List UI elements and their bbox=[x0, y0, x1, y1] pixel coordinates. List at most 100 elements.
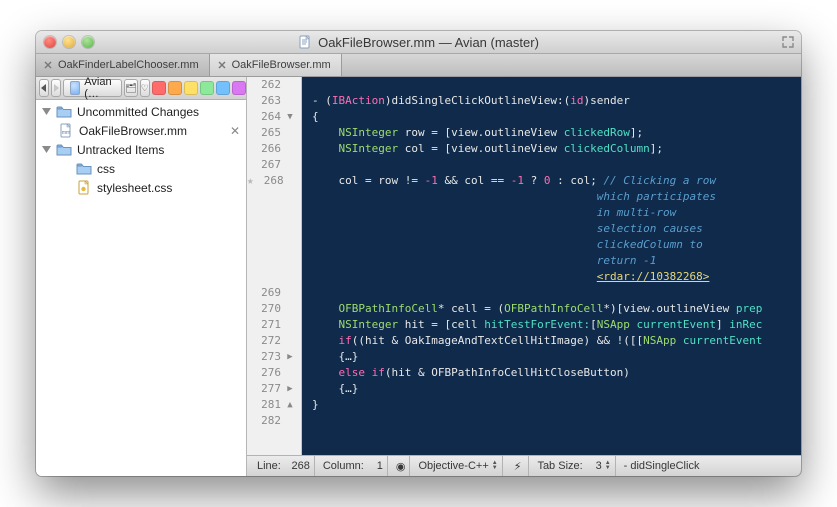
group-label: Untracked Items bbox=[77, 143, 164, 157]
disk-icon bbox=[70, 81, 80, 95]
label-blue[interactable] bbox=[216, 81, 230, 95]
line-number[interactable]: 272 bbox=[255, 333, 281, 349]
window-title: OakFileBrowser.mm — Avian (master) bbox=[318, 35, 539, 50]
close-tab-icon[interactable] bbox=[216, 59, 228, 71]
fold-indicator[interactable]: ▶ bbox=[285, 349, 295, 365]
label-red[interactable] bbox=[152, 81, 166, 95]
line-number[interactable]: 267 bbox=[255, 157, 281, 173]
label-purple[interactable] bbox=[232, 81, 246, 95]
code-line[interactable] bbox=[312, 413, 801, 429]
label-yellow[interactable] bbox=[184, 81, 198, 95]
disclosure-icon[interactable] bbox=[42, 107, 51, 116]
tabsize-label: Tab Size: bbox=[537, 460, 582, 472]
fullscreen-button[interactable] bbox=[781, 35, 795, 49]
line-number[interactable]: 266 bbox=[255, 141, 281, 157]
line-number[interactable]: 262 bbox=[255, 77, 281, 93]
status-recording[interactable]: ◉ bbox=[392, 456, 411, 476]
line-number[interactable]: 264 bbox=[255, 109, 281, 125]
code-line[interactable]: <rdar://10382268> bbox=[312, 269, 801, 285]
folder-icon bbox=[56, 142, 72, 158]
code-line[interactable]: OFBPathInfoCell* cell = (OFBPathInfoCell… bbox=[312, 301, 801, 317]
discard-change-icon[interactable]: ✕ bbox=[230, 124, 240, 138]
path-crumb-label: Avian (… bbox=[84, 76, 115, 100]
sidebar-group-header[interactable]: Uncommitted Changes bbox=[36, 102, 246, 121]
code-line[interactable]: selection causes bbox=[312, 221, 801, 237]
svg-text:mm: mm bbox=[62, 130, 70, 136]
code-line[interactable]: else if(hit & OFBPathInfoCellHitCloseBut… bbox=[312, 365, 801, 381]
code-line[interactable]: {…} bbox=[312, 381, 801, 397]
code-line[interactable]: } bbox=[312, 397, 801, 413]
line-number[interactable]: 281 bbox=[255, 397, 281, 413]
label-orange[interactable] bbox=[168, 81, 182, 95]
line-number[interactable]: 269 bbox=[255, 285, 281, 301]
status-macro[interactable]: ⚡︎ bbox=[507, 456, 530, 476]
sidebar-file-item[interactable]: mmOakFileBrowser.mm✕ bbox=[36, 121, 246, 140]
nav-back-button[interactable] bbox=[39, 79, 49, 97]
code-line[interactable]: { bbox=[312, 109, 801, 125]
status-language[interactable]: Objective-C++ ▲▼ bbox=[414, 456, 502, 476]
status-tabsize[interactable]: Tab Size: 3 ▲▼ bbox=[533, 456, 615, 476]
file-browser-sidebar: Avian (… 🗂 ♡ Uncommitted ChangesmmOakFil… bbox=[36, 77, 247, 476]
favorites-button[interactable]: ♡ bbox=[140, 79, 150, 97]
label-green[interactable] bbox=[200, 81, 214, 95]
titlebar: OakFileBrowser.mm — Avian (master) bbox=[36, 31, 801, 54]
file-label: css bbox=[97, 162, 115, 176]
gutter[interactable]: 262263264▼265266267★268269270271272273▶2… bbox=[247, 77, 302, 455]
line-number[interactable]: 270 bbox=[255, 301, 281, 317]
code-line[interactable]: NSInteger col = [view.outlineView clicke… bbox=[312, 141, 801, 157]
line-number[interactable]: 263 bbox=[255, 93, 281, 109]
sidebar-file-item[interactable]: stylesheet.css bbox=[36, 178, 246, 197]
sidebar-file-item[interactable]: css bbox=[36, 159, 246, 178]
zoom-window-button[interactable] bbox=[82, 36, 94, 48]
document-tab[interactable]: OakFinderLabelChooser.mm bbox=[36, 54, 210, 76]
code-text[interactable]: - (IBAction)didSingleClickOutlineView:(i… bbox=[302, 77, 801, 455]
code-line[interactable] bbox=[312, 77, 801, 93]
code-area[interactable]: 262263264▼265266267★268269270271272273▶2… bbox=[247, 77, 801, 455]
minimize-window-button[interactable] bbox=[63, 36, 75, 48]
status-symbol[interactable]: - didSingleClick bbox=[620, 456, 795, 476]
column-label: Column: bbox=[323, 460, 364, 472]
status-column[interactable]: Column: 1 bbox=[319, 456, 388, 476]
line-number[interactable]: 276 bbox=[255, 365, 281, 381]
scm-button[interactable]: 🗂 bbox=[124, 79, 137, 97]
line-number[interactable]: 271 bbox=[255, 317, 281, 333]
sidebar-group-header[interactable]: Untracked Items bbox=[36, 140, 246, 159]
line-number[interactable]: 277 bbox=[255, 381, 281, 397]
code-line[interactable] bbox=[312, 285, 801, 301]
line-label: Line: bbox=[257, 460, 281, 472]
close-window-button[interactable] bbox=[44, 36, 56, 48]
line-number[interactable]: 273 bbox=[255, 349, 281, 365]
label-swatches bbox=[152, 81, 246, 95]
nav-forward-button[interactable] bbox=[51, 79, 61, 97]
line-number[interactable]: 268 bbox=[258, 173, 284, 189]
line-number[interactable]: 282 bbox=[255, 413, 281, 429]
code-line[interactable]: return -1 bbox=[312, 253, 801, 269]
code-line[interactable]: clickedColumn to bbox=[312, 237, 801, 253]
stepper-icon[interactable]: ▲▼ bbox=[605, 461, 611, 471]
fold-indicator[interactable]: ▲ bbox=[285, 397, 295, 413]
line-number[interactable]: 265 bbox=[255, 125, 281, 141]
code-line[interactable] bbox=[312, 157, 801, 173]
folder-icon bbox=[56, 104, 72, 120]
code-line[interactable]: NSInteger hit = [cell hitTestForEvent:[N… bbox=[312, 317, 801, 333]
code-line[interactable]: NSInteger row = [view.outlineView clicke… bbox=[312, 125, 801, 141]
line-number: 268 bbox=[284, 460, 310, 472]
code-editor-pane: 262263264▼265266267★268269270271272273▶2… bbox=[247, 77, 801, 476]
stepper-icon[interactable]: ▲▼ bbox=[492, 461, 498, 471]
status-line[interactable]: Line: 268 bbox=[253, 456, 315, 476]
fold-indicator[interactable]: ▶ bbox=[285, 381, 295, 397]
code-line[interactable]: which participates bbox=[312, 189, 801, 205]
document-tab[interactable]: OakFileBrowser.mm bbox=[210, 54, 342, 76]
bookmark-star-icon[interactable]: ★ bbox=[247, 173, 254, 189]
code-line[interactable]: col = row != -1 && col == -1 ? 0 : col; … bbox=[312, 173, 801, 189]
tab-bar: OakFinderLabelChooser.mmOakFileBrowser.m… bbox=[36, 54, 801, 77]
fold-indicator[interactable]: ▼ bbox=[285, 109, 295, 125]
path-crumb[interactable]: Avian (… bbox=[63, 79, 122, 97]
code-line[interactable]: in multi-row bbox=[312, 205, 801, 221]
code-line[interactable]: - (IBAction)didSingleClickOutlineView:(i… bbox=[312, 93, 801, 109]
code-line[interactable]: {…} bbox=[312, 349, 801, 365]
editor-window: OakFileBrowser.mm — Avian (master) OakFi… bbox=[36, 31, 801, 476]
close-tab-icon[interactable] bbox=[42, 59, 54, 71]
code-line[interactable]: if((hit & OakImageAndTextCellHitImage) &… bbox=[312, 333, 801, 349]
disclosure-icon[interactable] bbox=[42, 145, 51, 154]
